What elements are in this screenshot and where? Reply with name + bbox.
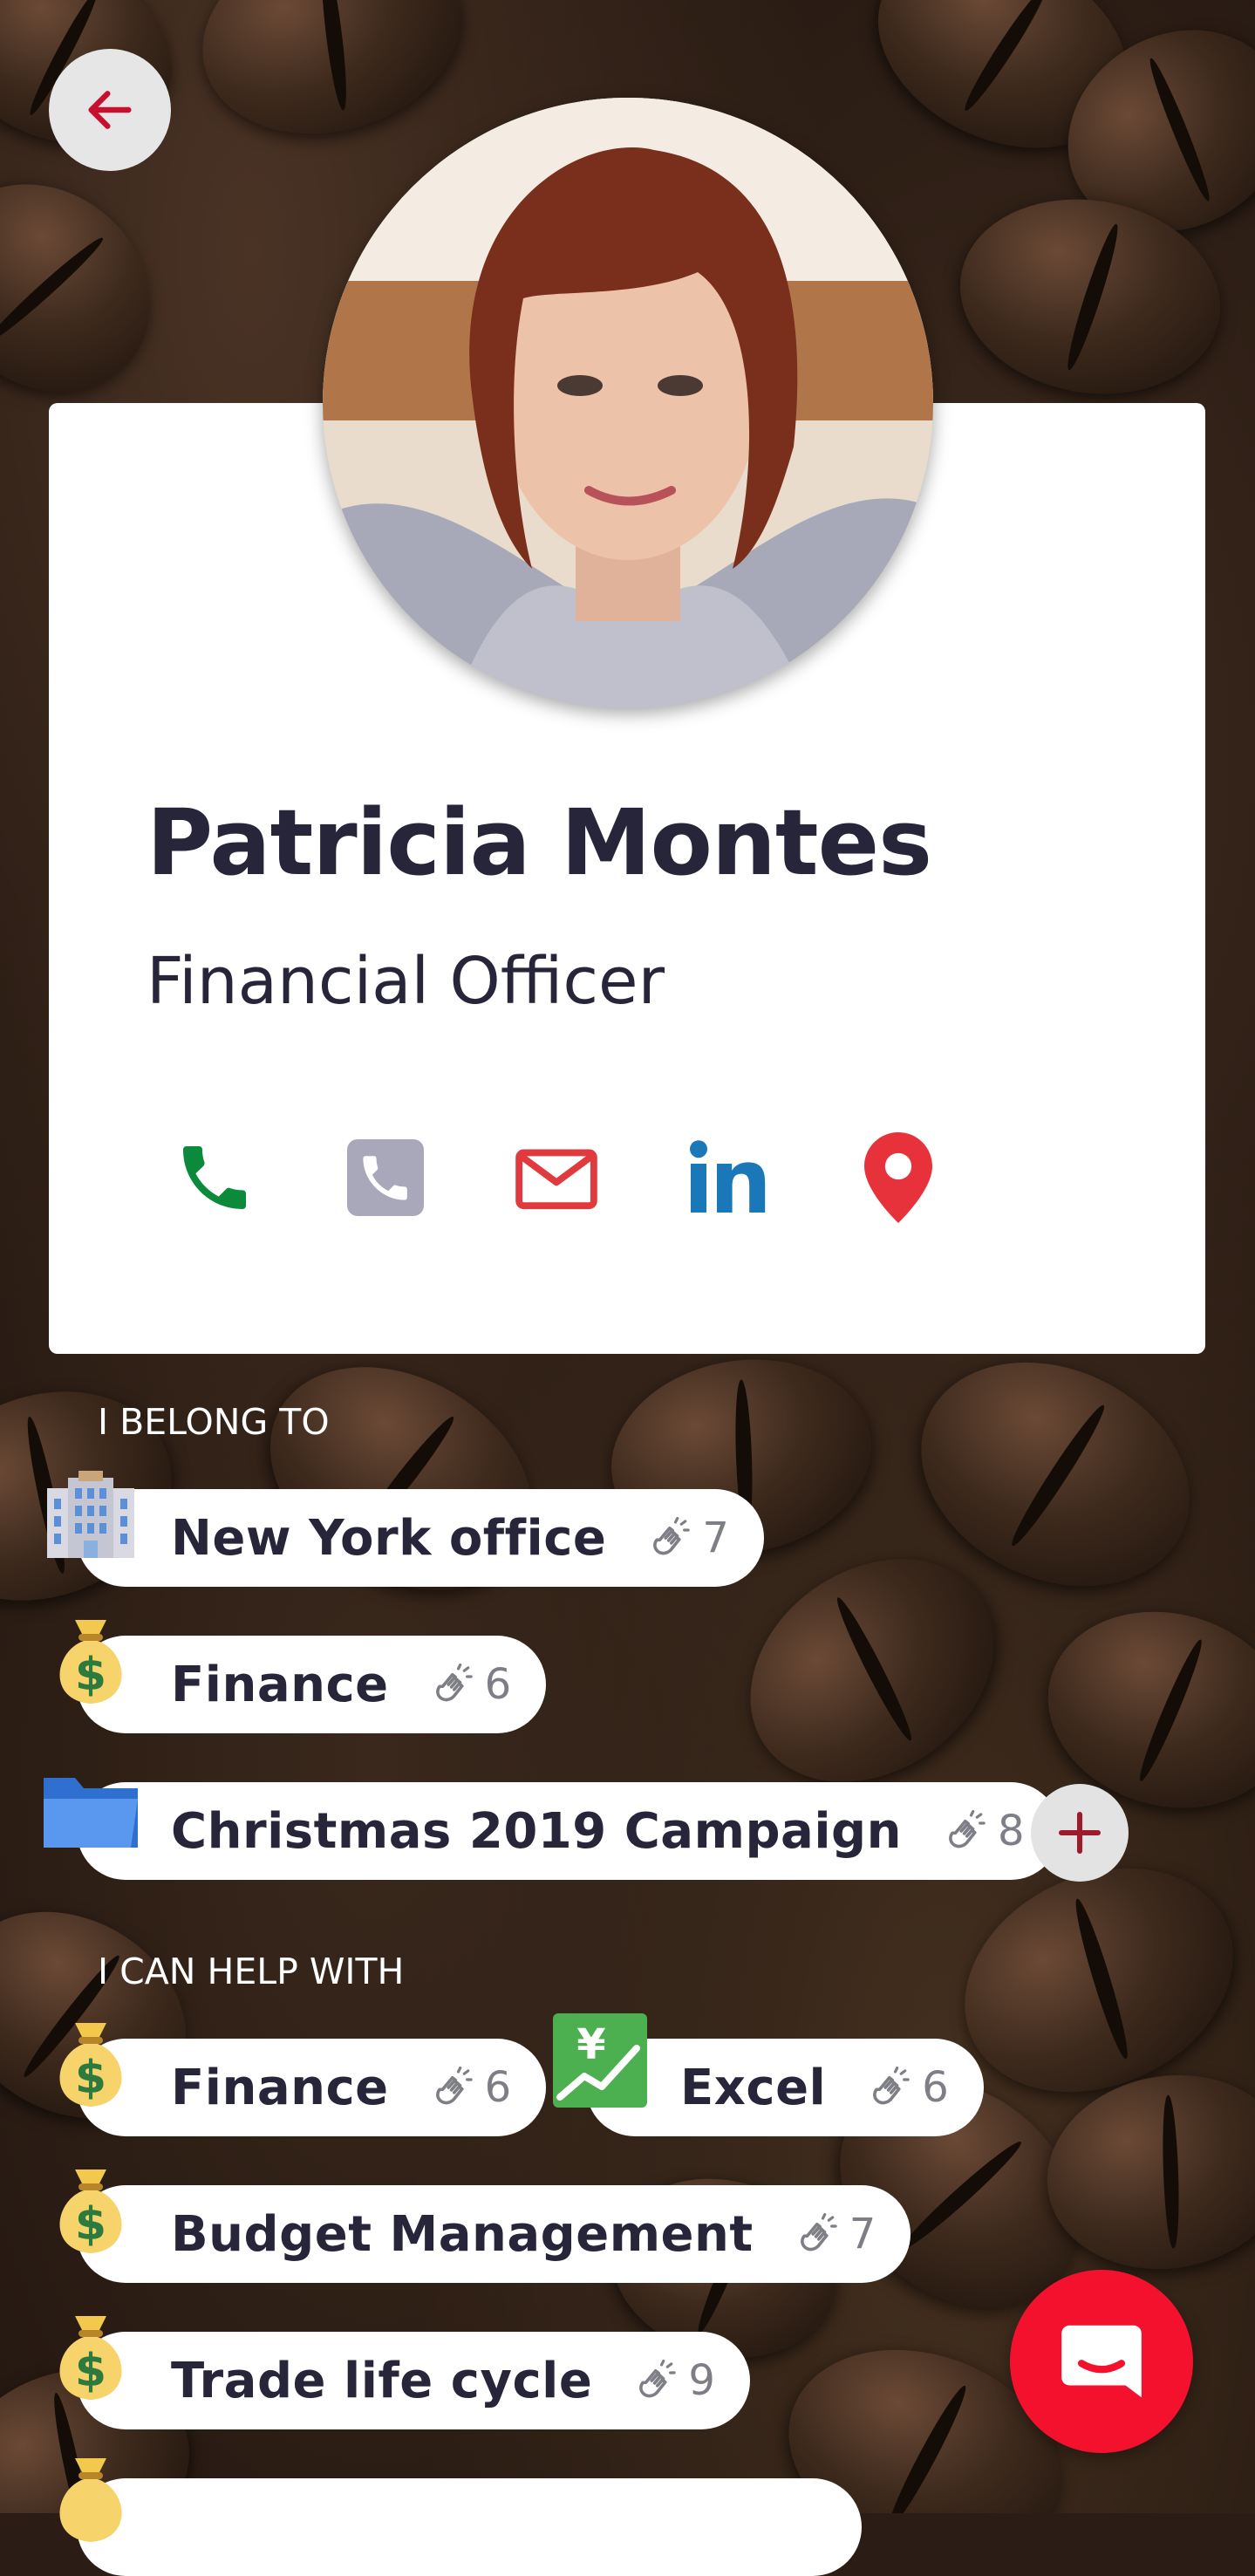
clap-count-value: 7 xyxy=(702,1513,729,1562)
clap-icon xyxy=(873,2066,910,2105)
section-label-help-with: I CAN HELP WITH xyxy=(98,1951,405,1992)
folder-icon xyxy=(40,1760,141,1862)
svg-text:$: $ xyxy=(75,2198,106,2251)
chip-label: Trade life cycle xyxy=(171,2352,593,2409)
money-bag-icon: $ xyxy=(40,1609,141,1711)
email-icon xyxy=(515,1149,597,1210)
clap-count-value: 8 xyxy=(997,1807,1025,1855)
money-bag-icon: $ xyxy=(40,2306,141,2407)
chip-label: Finance xyxy=(171,1656,389,1713)
chip-label: Christmas 2019 Campaign xyxy=(171,1802,902,1860)
group-chip-new-york-office[interactable]: New York office 7 xyxy=(77,1489,764,1587)
chip-label: Finance xyxy=(171,2059,389,2116)
chat-icon xyxy=(1061,2325,1142,2398)
clap-count: 7 xyxy=(795,2210,876,2258)
landline-icon xyxy=(347,1139,424,1216)
clap-icon xyxy=(800,2212,837,2251)
plus-icon xyxy=(1058,1811,1102,1855)
location-pin-icon xyxy=(864,1132,932,1223)
contact-actions xyxy=(171,1132,942,1223)
profile-avatar xyxy=(323,98,933,708)
clap-count: 8 xyxy=(944,1807,1025,1855)
chat-button[interactable] xyxy=(1010,2270,1193,2453)
email-button[interactable] xyxy=(513,1134,600,1221)
profile-title: Financial Officer xyxy=(147,944,665,1019)
group-chip-christmas-2019-campaign[interactable]: Christmas 2019 Campaign 8 xyxy=(77,1782,1060,1880)
office-building-icon xyxy=(40,1467,141,1568)
back-button[interactable] xyxy=(49,49,171,171)
svg-text:¥: ¥ xyxy=(576,2020,605,2069)
clap-count-value: 6 xyxy=(484,2063,512,2112)
skill-chip-trade-life-cycle[interactable]: Trade life cycle 9 xyxy=(77,2332,750,2429)
clap-count: 9 xyxy=(634,2356,715,2405)
skill-chip-partial[interactable] xyxy=(77,2478,862,2576)
group-chip-finance[interactable]: Finance 6 xyxy=(77,1636,547,1733)
clap-count-value: 9 xyxy=(688,2356,715,2405)
yen-chart-icon: ¥ xyxy=(549,2010,651,2111)
clap-count: 7 xyxy=(648,1513,729,1562)
money-bag-icon xyxy=(40,2448,141,2549)
linkedin-icon xyxy=(690,1140,766,1213)
phone-icon xyxy=(183,1146,246,1209)
landline-button[interactable] xyxy=(342,1134,429,1221)
clap-icon xyxy=(653,1516,691,1555)
clap-count: 6 xyxy=(868,2063,949,2112)
section-label-belong-to: I BELONG TO xyxy=(98,1401,330,1443)
money-bag-icon: $ xyxy=(40,2012,141,2114)
profile-name: Patricia Montes xyxy=(147,789,932,896)
location-button[interactable] xyxy=(855,1132,942,1223)
chip-label: Budget Management xyxy=(171,2205,754,2263)
arrow-left-icon xyxy=(88,91,132,129)
clap-count-value: 7 xyxy=(849,2210,876,2258)
skill-chip-finance[interactable]: Finance 6 xyxy=(77,2039,547,2136)
chip-label: Excel xyxy=(680,2059,827,2116)
money-bag-icon: $ xyxy=(40,2159,141,2260)
clap-icon xyxy=(949,1809,986,1848)
skill-chip-budget-management[interactable]: Budget Management 7 xyxy=(77,2185,911,2283)
clap-count: 6 xyxy=(431,2063,512,2112)
chip-label: New York office xyxy=(171,1509,607,1567)
clap-icon xyxy=(639,2359,677,2398)
clap-icon xyxy=(435,1663,473,1702)
clap-count-value: 6 xyxy=(484,1660,512,1709)
linkedin-button[interactable] xyxy=(684,1134,771,1221)
add-group-button[interactable] xyxy=(1031,1784,1129,1882)
clap-icon xyxy=(435,2066,473,2105)
svg-text:$: $ xyxy=(75,2345,106,2397)
phone-button[interactable] xyxy=(171,1134,258,1221)
svg-text:$: $ xyxy=(75,1649,106,1701)
clap-count-value: 6 xyxy=(922,2063,949,2112)
svg-text:$: $ xyxy=(75,2052,106,2104)
clap-count: 6 xyxy=(431,1660,512,1709)
